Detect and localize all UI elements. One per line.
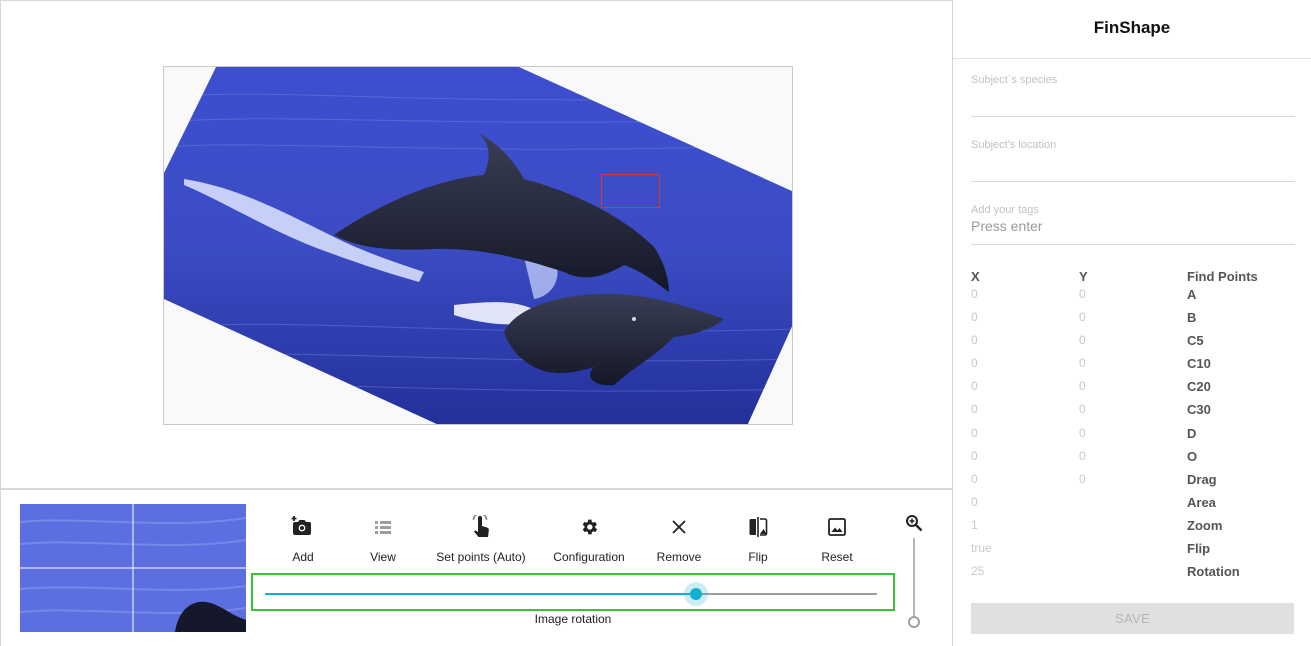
point-y-value: 0 [1079, 448, 1086, 463]
point-y-value: 0 [1079, 333, 1086, 348]
table-row: 0 0 C20 [971, 379, 1295, 402]
points-table: X Y Find Points 0 0 A 0 0 B 0 0 C5 0 0 C10 0 0 C20 0 0 C3… [971, 269, 1295, 587]
point-x-value: 0 [971, 448, 978, 463]
point-name: Drag [1187, 471, 1217, 487]
point-x-value: 0 [971, 471, 978, 486]
table-row: 0 0 C5 [971, 333, 1295, 356]
app-title: FinShape [953, 0, 1311, 59]
table-row: 0 0 C10 [971, 356, 1295, 379]
table-row: 0 0 C30 [971, 402, 1295, 425]
set-points-auto-label: Set points (Auto) [436, 550, 526, 564]
point-x-value: 0 [971, 310, 978, 325]
table-row: 0 0 O [971, 449, 1295, 472]
image-rotation-slider-thumb[interactable] [684, 582, 709, 606]
point-x-value: 0 [971, 494, 978, 509]
table-row: 0 0 D [971, 426, 1295, 449]
reset-button[interactable]: Reset [782, 514, 892, 564]
point-name: O [1187, 448, 1198, 464]
save-button[interactable]: SAVE [971, 603, 1294, 634]
tags-input[interactable] [971, 218, 1295, 234]
image-rotation-label: Image rotation [534, 612, 612, 626]
image-rotation-slider-fill [265, 593, 697, 595]
points-table-header: X Y Find Points [971, 269, 1295, 287]
point-x-value: 0 [971, 333, 978, 348]
point-y-value: 0 [1079, 287, 1086, 301]
species-input[interactable] [971, 92, 1295, 108]
table-row: 1 Zoom [971, 518, 1295, 541]
table-row: 0 Area [971, 495, 1295, 518]
point-name: B [1187, 310, 1197, 326]
image-rotation-slider[interactable] [265, 582, 877, 606]
tags-label: Add your tags [971, 204, 1039, 216]
table-row: 0 0 B [971, 310, 1295, 333]
x-column-header: X [971, 269, 980, 284]
point-name: Area [1187, 494, 1216, 510]
tags-field[interactable]: Add your tags [971, 204, 1295, 245]
point-x-value: 0 [971, 402, 978, 417]
dolphin-photo[interactable] [164, 67, 793, 425]
zoom-in-icon [905, 514, 923, 537]
point-name: A [1187, 287, 1197, 302]
point-x-value: 25 [971, 564, 985, 579]
point-x-value: 0 [971, 287, 978, 301]
zoom-preview-thumbnail [20, 504, 246, 632]
point-x-value: 0 [971, 379, 978, 394]
zoom-slider[interactable] [913, 538, 915, 622]
point-y-value: 0 [1079, 310, 1086, 325]
reset-label: Reset [821, 550, 853, 564]
table-row: 25 Rotation [971, 564, 1295, 587]
view-button[interactable]: View [328, 514, 438, 564]
y-column-header: Y [1079, 269, 1088, 284]
point-y-value: 0 [1079, 379, 1086, 394]
image-icon [782, 514, 892, 540]
details-panel: FinShape Subject`s species Subject's loc… [952, 0, 1311, 646]
point-y-value: 0 [1079, 471, 1086, 486]
touch-icon [426, 514, 536, 540]
table-row: 0 0 Drag [971, 472, 1295, 495]
location-field[interactable]: Subject's location [971, 139, 1295, 182]
species-field[interactable]: Subject`s species [971, 74, 1295, 117]
location-input[interactable] [971, 157, 1295, 173]
point-name: Zoom [1187, 517, 1223, 533]
point-x-value: 0 [971, 425, 978, 440]
list-icon [328, 514, 438, 540]
points-table-body: 0 0 A 0 0 B 0 0 C5 0 0 C10 0 0 C20 0 0 C30 0 0 D 0 0 O 0 0 Drag 0 Ar… [971, 287, 1295, 587]
point-x-value: 0 [971, 356, 978, 371]
point-y-value: 0 [1079, 356, 1086, 371]
point-name: Flip [1187, 541, 1211, 557]
zoom-slider-thumb[interactable] [908, 616, 920, 628]
point-name: C20 [1187, 379, 1211, 395]
location-label: Subject's location [971, 139, 1057, 151]
point-y-value: 0 [1079, 425, 1086, 440]
point-name: Rotation [1187, 564, 1240, 580]
point-name: C10 [1187, 356, 1211, 372]
image-canvas[interactable] [163, 66, 793, 425]
set-points-auto-button[interactable]: Set points (Auto) [426, 514, 536, 564]
region-of-interest-box[interactable] [601, 174, 660, 208]
point-y-value: 0 [1079, 402, 1086, 417]
point-x-value: 1 [971, 517, 978, 532]
view-label: View [370, 550, 396, 564]
image-workspace [0, 0, 952, 489]
point-name: C5 [1187, 333, 1204, 349]
species-label: Subject`s species [971, 74, 1058, 86]
point-x-value: true [971, 541, 992, 556]
point-name: D [1187, 425, 1197, 441]
point-name: C30 [1187, 402, 1211, 418]
find-points-column-header: Find Points [1187, 269, 1258, 284]
table-row: true Flip [971, 541, 1295, 564]
table-row: 0 0 A [971, 287, 1295, 310]
image-rotation-slider-highlight [251, 573, 895, 611]
bottom-toolbar: Add View Set points (Auto) Configuration… [0, 489, 952, 646]
